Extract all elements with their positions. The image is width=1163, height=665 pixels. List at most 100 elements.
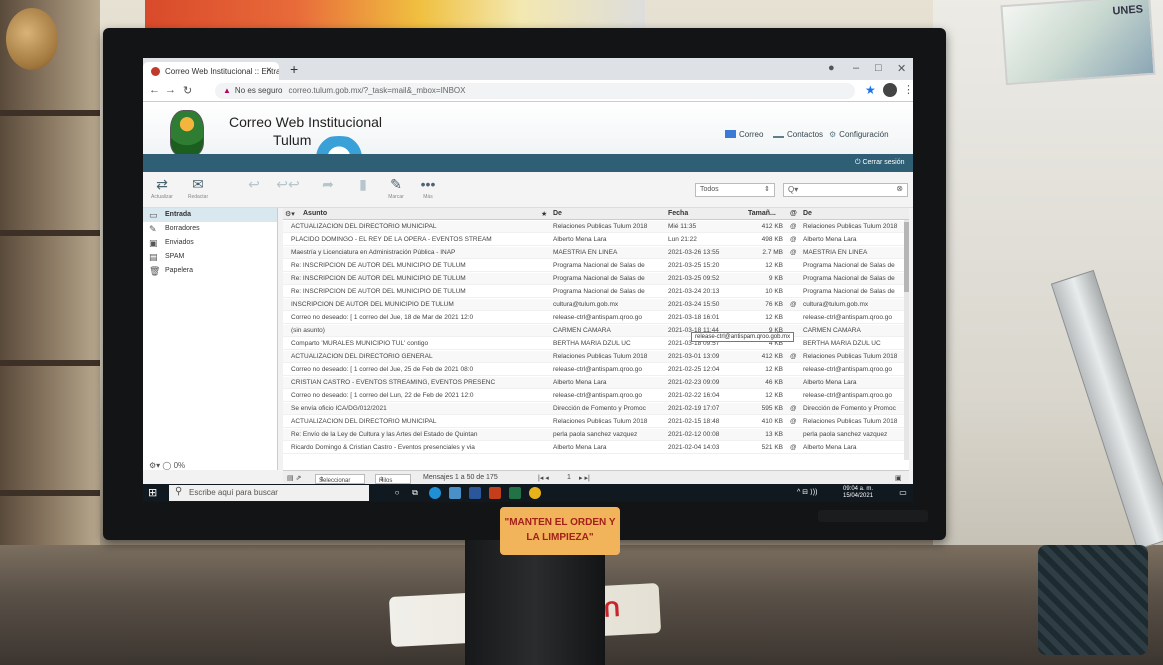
favicon-icon — [151, 67, 160, 76]
edge-icon[interactable] — [429, 487, 441, 499]
back-icon[interactable]: ← — [149, 84, 160, 96]
shelf-board — [0, 360, 100, 366]
browser-tab[interactable]: Correo Web Institucional :: Entra × — [143, 62, 279, 80]
reload-icon[interactable]: ↻ — [183, 84, 192, 97]
minimize-icon[interactable]: – — [853, 62, 859, 74]
scrollbar[interactable] — [904, 220, 909, 460]
column-from[interactable]: De — [553, 210, 562, 217]
message-size: 13 KB — [765, 431, 783, 438]
column-subject[interactable]: Asunto — [303, 210, 327, 217]
compose-button[interactable]: ✉ Redactar — [183, 174, 213, 200]
message-to: Relaciones Publicas Tulum 2018 — [803, 223, 898, 230]
reply-all-button[interactable]: ↩↩ — [273, 174, 303, 194]
message-row[interactable]: CRISTIAN CASTRO - EVENTOS STREAMING, EVE… — [283, 377, 909, 389]
new-tab-button[interactable]: + — [290, 61, 298, 77]
message-row[interactable]: PLÁCIDO DOMINGO - EL REY DE LA ÓPERA - E… — [283, 234, 909, 246]
message-row[interactable]: Correo no deseado: [ 1 correo del Jue, 1… — [283, 312, 909, 324]
cortana-icon[interactable]: ○ — [391, 487, 403, 499]
bookmark-star-icon[interactable]: ★ — [865, 83, 876, 97]
extension-icon[interactable]: ● — [828, 62, 835, 74]
folder-item[interactable]: ▤ SPAM — [143, 250, 277, 264]
tab-strip: Correo Web Institucional :: Entra × + ● … — [143, 58, 913, 80]
message-subject: PLÁCIDO DOMINGO - EL REY DE LA ÓPERA - E… — [291, 236, 492, 243]
message-row[interactable]: (sin asunto) CARMEN CAMARA 2021-03-18 11:4… — [283, 325, 909, 337]
nav-mail[interactable]: Correo — [725, 130, 763, 139]
message-row[interactable]: Re: INSCRIPCION DE AUTOR DEL MUNICIPIO D… — [283, 286, 909, 298]
close-tab-icon[interactable]: × — [266, 65, 272, 76]
forward-icon[interactable]: → — [165, 84, 176, 96]
windows-start-icon[interactable]: ⊞ — [148, 487, 160, 499]
folder-list: ▭ Entrada ✎ Borradores ▣ Enviados ▤ SPAM 🗑 Papele… — [143, 208, 278, 470]
nav-settings[interactable]: ⚙ Configuración — [829, 130, 889, 139]
scrollbar-thumb[interactable] — [904, 222, 909, 292]
message-to: perla paola sanchez vazquez — [803, 431, 888, 438]
message-row[interactable]: INSCRIPCION DE AUTOR DEL MUNICIPIO DE TU… — [283, 299, 909, 311]
message-row[interactable]: ACTUALIZACIÓN DEL DIRECTORIO MUNICIPAL Re… — [283, 416, 909, 428]
select-menu[interactable]: Seleccionar ⇕ — [315, 474, 365, 484]
folder-item[interactable]: ▣ Enviados — [143, 236, 277, 250]
message-row[interactable]: Correo no deseado: [ 1 correo del Lun, 2… — [283, 390, 909, 402]
message-size: 521 KB — [761, 444, 783, 451]
mail-toolbar: ⇄ Actualizar ✉ Redactar ↩ ↩↩ ➦ ▮ ✎ Marcar •… — [143, 172, 913, 208]
message-date: 2021-03-24 15:50 — [668, 301, 720, 308]
excel-icon[interactable] — [509, 487, 521, 499]
nav-settings-label: Configuración — [839, 130, 889, 139]
message-row[interactable]: Se envía oficio ICA/DG/012/2021 Dirección… — [283, 403, 909, 415]
message-row[interactable]: Re: Envío de la Ley de Cultura y las Art… — [283, 429, 909, 441]
reply-button[interactable]: ↩ — [239, 174, 269, 194]
notifications-icon[interactable]: ▭ — [897, 487, 909, 499]
message-row[interactable]: Ricardo Domingo & Cristian Castro - Even… — [283, 442, 909, 454]
message-size: 12 KB — [765, 314, 783, 321]
folder-footer: ⚙▾ ◯ 0% — [143, 458, 278, 476]
gear-icon[interactable]: ⚙▾ — [149, 461, 162, 470]
close-window-icon[interactable]: ✕ — [897, 62, 906, 75]
column-to[interactable]: De — [803, 210, 812, 217]
logout-link[interactable]: ⏻ Cerrar sesión — [855, 159, 905, 167]
file-explorer-icon[interactable] — [449, 487, 461, 499]
message-row[interactable]: Correo no deseado: [ 1 correo del Jue, 2… — [283, 364, 909, 376]
clear-search-icon[interactable]: ⊗ — [896, 184, 903, 193]
first-page-icon[interactable]: |◂ ◂ — [538, 474, 549, 482]
message-row[interactable]: Comparto 'MURALES MUNICIPIO TUL' contigo… — [283, 338, 909, 350]
column-date[interactable]: Fecha — [668, 210, 688, 217]
mark-button[interactable]: ✎ Marcar — [381, 174, 411, 200]
more-button[interactable]: ••• Más — [413, 174, 443, 200]
message-row[interactable]: ACTUALIZACIÓN DEL DIRECTORIO GENERAL Rela… — [283, 351, 909, 363]
folder-item[interactable]: ▭ Entrada — [143, 208, 277, 222]
profile-avatar[interactable] — [883, 83, 897, 97]
expand-icon[interactable]: ▣ — [895, 474, 902, 482]
address-bar[interactable]: ▲ No es seguro correo.tulum.gob.mx/?_task=… — [215, 83, 855, 99]
delete-button[interactable]: ▮ — [348, 174, 378, 194]
folder-item[interactable]: ✎ Borradores — [143, 222, 277, 236]
system-tray-icons[interactable]: ^ ⊟ ⟩)) — [797, 488, 817, 496]
compose-icon: ✉ — [192, 176, 204, 192]
message-row[interactable]: Maestría y Licenciatura en Administració… — [283, 247, 909, 259]
powerpoint-icon[interactable] — [489, 487, 501, 499]
message-date: 2021-02-23 09:09 — [668, 379, 720, 386]
filter-value: Todos — [700, 186, 719, 193]
page-number[interactable]: 1 — [567, 474, 571, 481]
message-row[interactable]: ACTUALIZACIÓN DEL DIRECTORIO MUNICIPAL Re… — [283, 221, 909, 233]
message-to: release-ctrl@antispam.qroo.go — [803, 314, 892, 321]
search-input[interactable]: Q▾ ⊗ — [783, 183, 908, 197]
forward-button[interactable]: ➦ — [313, 174, 343, 194]
refresh-button[interactable]: ⇄ Actualizar — [147, 174, 177, 200]
taskbar-clock[interactable]: 09:04 a. m. 15/04/2021 — [843, 486, 873, 500]
message-row[interactable]: Re: INSCRIPCION DE AUTOR DEL MUNICIPIO D… — [283, 273, 909, 285]
filter-select[interactable]: Todos ⇕ — [695, 183, 775, 197]
folder-item[interactable]: 🗑 Papelera — [143, 264, 277, 278]
chrome-icon[interactable] — [529, 487, 541, 499]
nav-contacts[interactable]: Contactos — [773, 130, 823, 139]
threads-menu[interactable]: Hilos ⇕ — [375, 474, 411, 484]
taskbar-search-input[interactable]: ⚲ Escribe aquí para buscar — [169, 485, 369, 501]
list-view-icon[interactable]: ▤ ⇗ — [287, 474, 301, 482]
column-size[interactable]: Tamañ... — [748, 210, 776, 217]
word-icon[interactable] — [469, 487, 481, 499]
next-page-icon[interactable]: ▸ ▸| — [579, 474, 590, 482]
message-row[interactable]: Re: INSCRIPCION DE AUTOR DEL MUNICIPIO D… — [283, 260, 909, 272]
maximize-icon[interactable]: □ — [875, 62, 882, 74]
list-options-icon[interactable]: ⚙▾ — [285, 210, 295, 218]
message-to: release-ctrl@antispam.qroo.go — [803, 366, 892, 373]
task-view-icon[interactable]: ⧉ — [409, 487, 421, 499]
menu-icon[interactable]: ⋮ — [903, 83, 913, 96]
